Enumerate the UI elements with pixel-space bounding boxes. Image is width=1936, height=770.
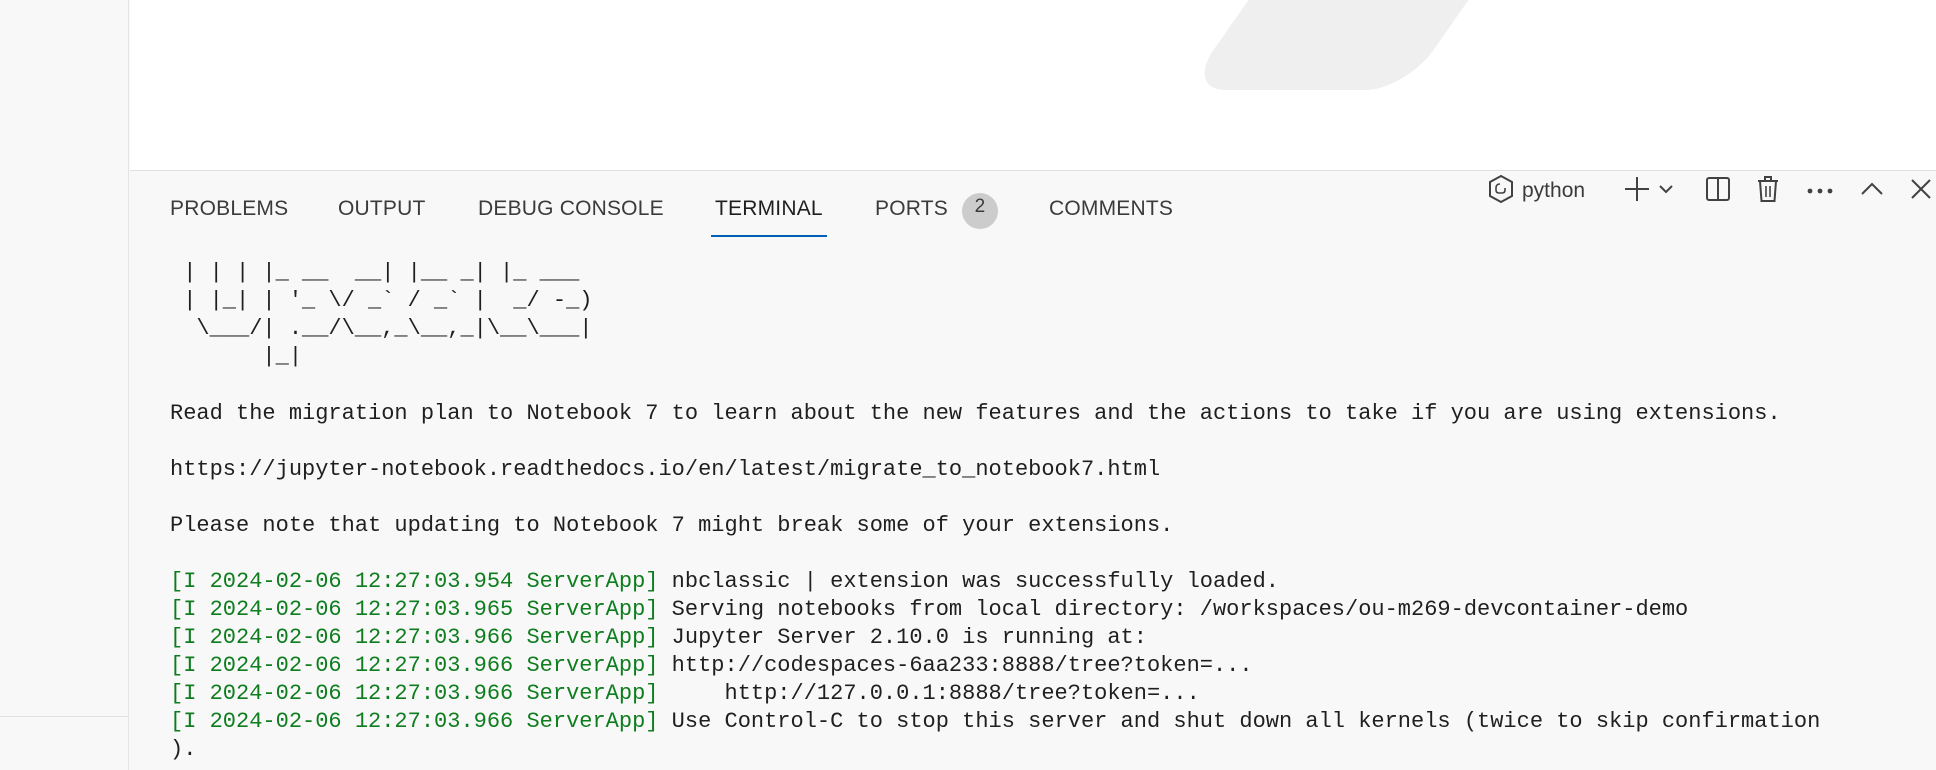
log-line: [I 2024-02-06 12:27:03.965 ServerApp] Se… <box>170 596 1688 624</box>
log-wrap-line: ). <box>170 737 197 762</box>
ascii-art-line: | |_| | '_ \/ _` / _` | _/ -_) <box>170 288 593 313</box>
split-terminal-icon <box>1705 176 1731 207</box>
close-panel-button[interactable] <box>1906 171 1936 211</box>
terminal-link[interactable]: https://jupyter-notebook.readthedocs.io/… <box>170 456 1160 484</box>
kill-terminal-button[interactable] <box>1750 171 1786 211</box>
split-terminal-button[interactable] <box>1700 171 1736 211</box>
log-prefix: [I 2024-02-06 12:27:03.966 ServerApp] <box>170 625 659 650</box>
add-terminal-button[interactable] <box>1620 171 1654 211</box>
maximize-panel-icon <box>1860 181 1884 202</box>
log-prefix: [I 2024-02-06 12:27:03.954 ServerApp] <box>170 569 659 594</box>
tab-ports[interactable]: PORTS 2 <box>875 193 998 239</box>
log-line: [I 2024-02-06 12:27:03.966 ServerApp] ht… <box>170 680 1200 708</box>
log-line: [I 2024-02-06 12:27:03.966 ServerApp] ht… <box>170 652 1253 680</box>
log-line: [I 2024-02-06 12:27:03.966 ServerApp] Ju… <box>170 624 1147 652</box>
tab-problems[interactable]: PROBLEMS <box>170 195 288 239</box>
editor-area <box>130 0 1936 171</box>
log-prefix: [I 2024-02-06 12:27:03.966 ServerApp] <box>170 709 659 734</box>
chevron-down-icon <box>1658 182 1674 200</box>
log-line: [I 2024-02-06 12:27:03.966 ServerApp] Us… <box>170 708 1820 736</box>
log-text[interactable]: http://codespaces-6aa233:8888/tree?token… <box>658 653 1253 678</box>
panel-header: PROBLEMS OUTPUT DEBUG CONSOLE TERMINAL P… <box>130 171 1936 241</box>
log-prefix: [I 2024-02-06 12:27:03.966 ServerApp] <box>170 681 659 706</box>
ascii-art-line: |_| <box>170 344 303 369</box>
ascii-art-line: \___/| .__/\__,_\__,_|\__\___| <box>170 316 593 341</box>
left-sidebar <box>0 0 129 770</box>
tab-comments[interactable]: COMMENTS <box>1049 195 1173 239</box>
vscode-watermark-logo <box>1185 0 1511 90</box>
more-actions-icon <box>1806 182 1834 200</box>
tab-output[interactable]: OUTPUT <box>338 195 426 239</box>
add-icon <box>1623 175 1651 208</box>
trash-icon <box>1756 175 1780 208</box>
terminal-profile-button[interactable]: python <box>1488 171 1618 211</box>
log-text[interactable]: http://127.0.0.1:8888/tree?token=... <box>658 681 1199 706</box>
log-prefix: [I 2024-02-06 12:27:03.966 ServerApp] <box>170 653 659 678</box>
ascii-art-line: | | | |_ __ __| |__ _| |_ ___ <box>170 260 580 285</box>
terminal-profile-label: python <box>1522 179 1586 202</box>
tab-terminal[interactable]: TERMINAL <box>711 195 827 239</box>
log-text: nbclassic | extension was successfully l… <box>658 569 1279 594</box>
close-icon <box>1909 177 1933 206</box>
bottom-panel: PROBLEMS OUTPUT DEBUG CONSOLE TERMINAL P… <box>130 171 1936 770</box>
log-line: [I 2024-02-06 12:27:03.954 ServerApp] nb… <box>170 568 1279 596</box>
tab-debug-console[interactable]: DEBUG CONSOLE <box>478 195 664 239</box>
more-actions-button[interactable] <box>1802 171 1838 211</box>
log-text: Use Control-C to stop this server and sh… <box>658 709 1821 734</box>
maximize-panel-button[interactable] <box>1854 171 1890 211</box>
log-text: Jupyter Server 2.10.0 is running at: <box>658 625 1147 650</box>
terminal-message: Please note that updating to Notebook 7 … <box>170 513 1174 538</box>
ports-count-badge: 2 <box>961 193 998 229</box>
terminal-launch-profile-dropdown[interactable] <box>1654 171 1678 211</box>
log-text: Serving notebooks from local directory: … <box>658 597 1689 622</box>
terminal-message: Read the migration plan to Notebook 7 to… <box>170 401 1781 426</box>
terminal-python-icon <box>1488 174 1514 209</box>
log-prefix: [I 2024-02-06 12:27:03.965 ServerApp] <box>170 597 659 622</box>
active-tab-indicator <box>711 235 827 237</box>
sidebar-divider <box>0 716 128 717</box>
